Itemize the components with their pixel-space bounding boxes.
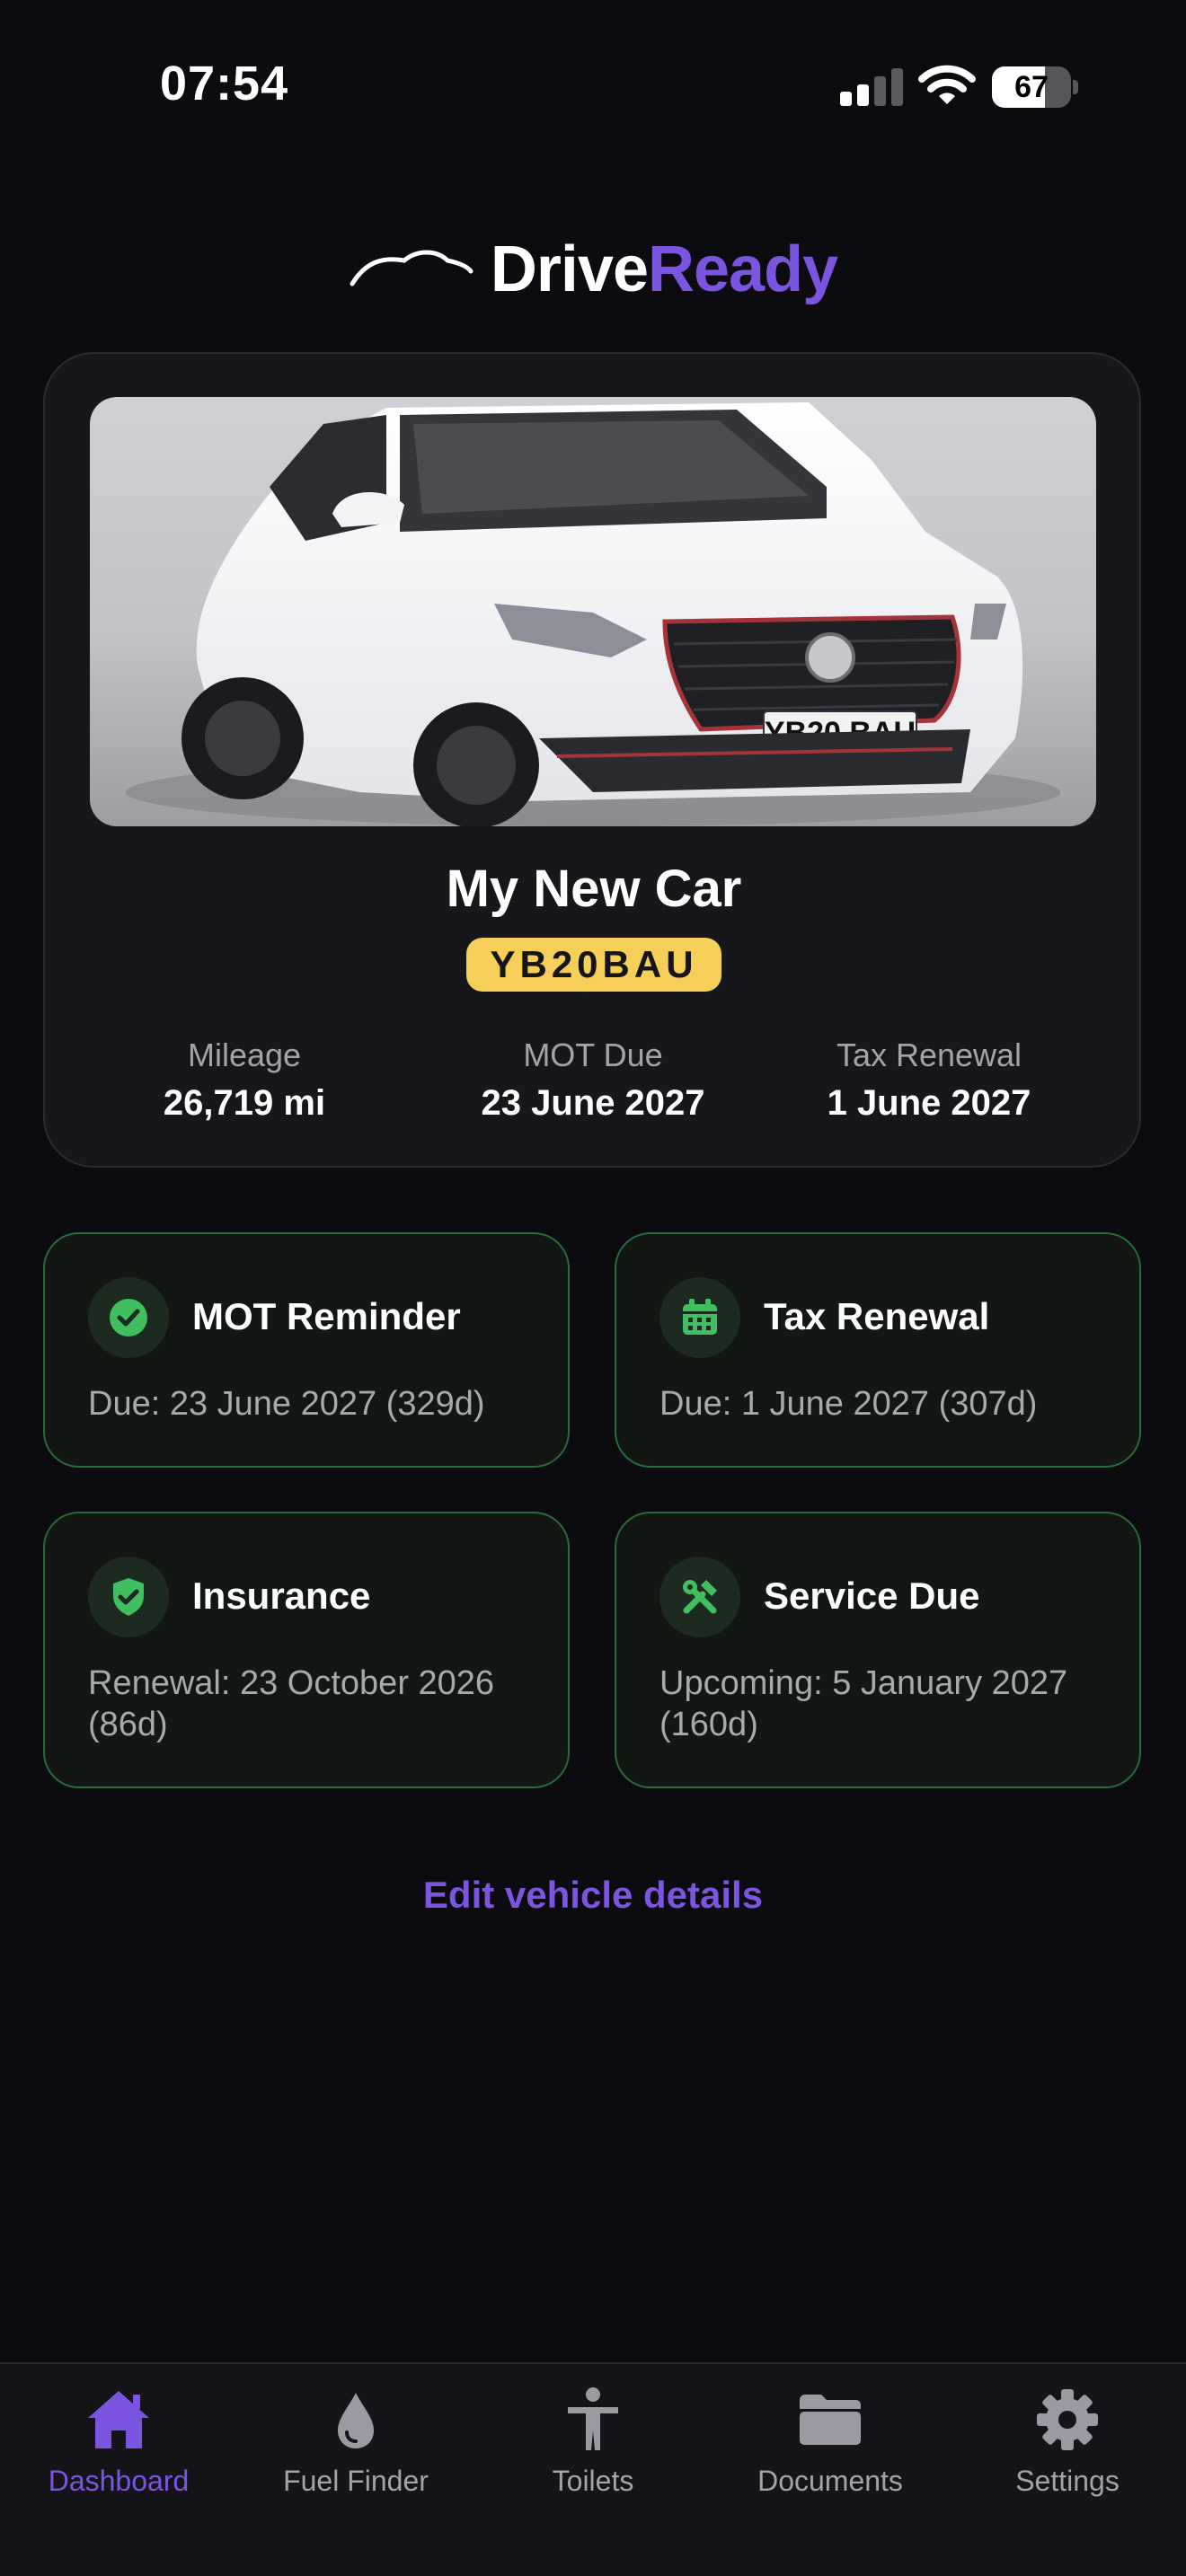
- gear-icon: [1037, 2389, 1098, 2450]
- reminder-title: MOT Reminder: [192, 1295, 461, 1337]
- reminder-description: Due: 23 June 2027 (329d): [88, 1385, 485, 1423]
- car-silhouette-icon: [350, 250, 474, 287]
- cellular-signal-icon: [840, 66, 903, 106]
- tab-fuel-finder[interactable]: Fuel Finder: [237, 2364, 474, 2576]
- calendar-icon: [659, 1277, 740, 1358]
- reminder-description: Upcoming: 5 January 2027 (160d): [659, 1664, 1068, 1743]
- fuel-drop-icon: [338, 2393, 374, 2448]
- reminder-card-insurance[interactable]: Insurance Renewal: 23 October 2026 (86d): [43, 1512, 570, 1788]
- folder-icon: [800, 2395, 861, 2445]
- home-icon: [88, 2391, 149, 2448]
- stat-tax-renewal: Tax Renewal 1 June 2027: [767, 1037, 1091, 1124]
- reminder-card-mot[interactable]: MOT Reminder Due: 23 June 2027 (329d): [43, 1232, 570, 1468]
- wifi-icon: [918, 63, 976, 108]
- person-icon: [568, 2387, 618, 2450]
- tab-label: Dashboard: [48, 2465, 190, 2497]
- tab-documents[interactable]: Documents: [712, 2364, 949, 2576]
- reminder-title: Service Due: [764, 1575, 980, 1617]
- check-circle-icon: [88, 1277, 169, 1358]
- reminder-card-service[interactable]: Service Due Upcoming: 5 January 2027 (16…: [615, 1512, 1141, 1788]
- reminder-card-tax[interactable]: Tax Renewal Due: 1 June 2027 (307d): [615, 1232, 1141, 1468]
- shield-check-icon: [88, 1557, 169, 1637]
- tab-label: Fuel Finder: [283, 2465, 429, 2497]
- stat-label: Mileage: [187, 1037, 302, 1073]
- edit-vehicle-link[interactable]: Edit vehicle details: [0, 1874, 1186, 1917]
- status-time: 07:54: [160, 57, 289, 110]
- status-bar: 07:54 67: [0, 0, 1186, 171]
- app-name: DriveReady: [490, 233, 838, 306]
- app-logo: DriveReady: [0, 229, 1186, 310]
- stat-label: Tax Renewal: [836, 1037, 1022, 1073]
- tab-dashboard[interactable]: Dashboard: [0, 2364, 237, 2576]
- battery-percent: 67: [1014, 70, 1049, 104]
- reminder-description: Renewal: 23 October 2026 (86d): [88, 1664, 495, 1743]
- car-photo: YB20 BAU: [90, 397, 1096, 826]
- tab-label: Settings: [1015, 2465, 1120, 2497]
- battery-icon: 67: [992, 66, 1078, 108]
- stat-mileage: Mileage 26,719 mi: [83, 1037, 406, 1124]
- tab-label: Toilets: [552, 2465, 634, 2497]
- reminder-title: Insurance: [192, 1575, 371, 1617]
- tools-icon: [659, 1557, 740, 1637]
- vehicle-stats: Mileage 26,719 mi MOT Due 23 June 2027 T…: [45, 1037, 1143, 1135]
- stat-value: 1 June 2027: [827, 1083, 1031, 1123]
- stat-mot-due: MOT Due 23 June 2027: [431, 1037, 755, 1124]
- app-name-part1: Drive: [490, 234, 649, 305]
- reminder-description: Due: 1 June 2027 (307d): [659, 1385, 1038, 1423]
- reminder-title: Tax Renewal: [764, 1295, 990, 1337]
- tab-settings[interactable]: Settings: [949, 2364, 1186, 2576]
- vehicle-name: My New Car: [446, 860, 742, 918]
- vehicle-card[interactable]: YB20 BAU My New Car YB20BAU Mileage 26,7…: [43, 352, 1141, 1168]
- stat-value: 23 June 2027: [481, 1083, 705, 1123]
- bottom-tab-bar: Dashboard Fuel Finder Toilets Documents: [0, 2362, 1186, 2576]
- app-name-part2: Ready: [648, 234, 838, 305]
- stat-label: MOT Due: [523, 1037, 663, 1073]
- registration-plate: YB20BAU: [466, 938, 721, 992]
- tab-label: Documents: [757, 2465, 903, 2497]
- stat-value: 26,719 mi: [163, 1083, 326, 1123]
- tab-toilets[interactable]: Toilets: [474, 2364, 712, 2576]
